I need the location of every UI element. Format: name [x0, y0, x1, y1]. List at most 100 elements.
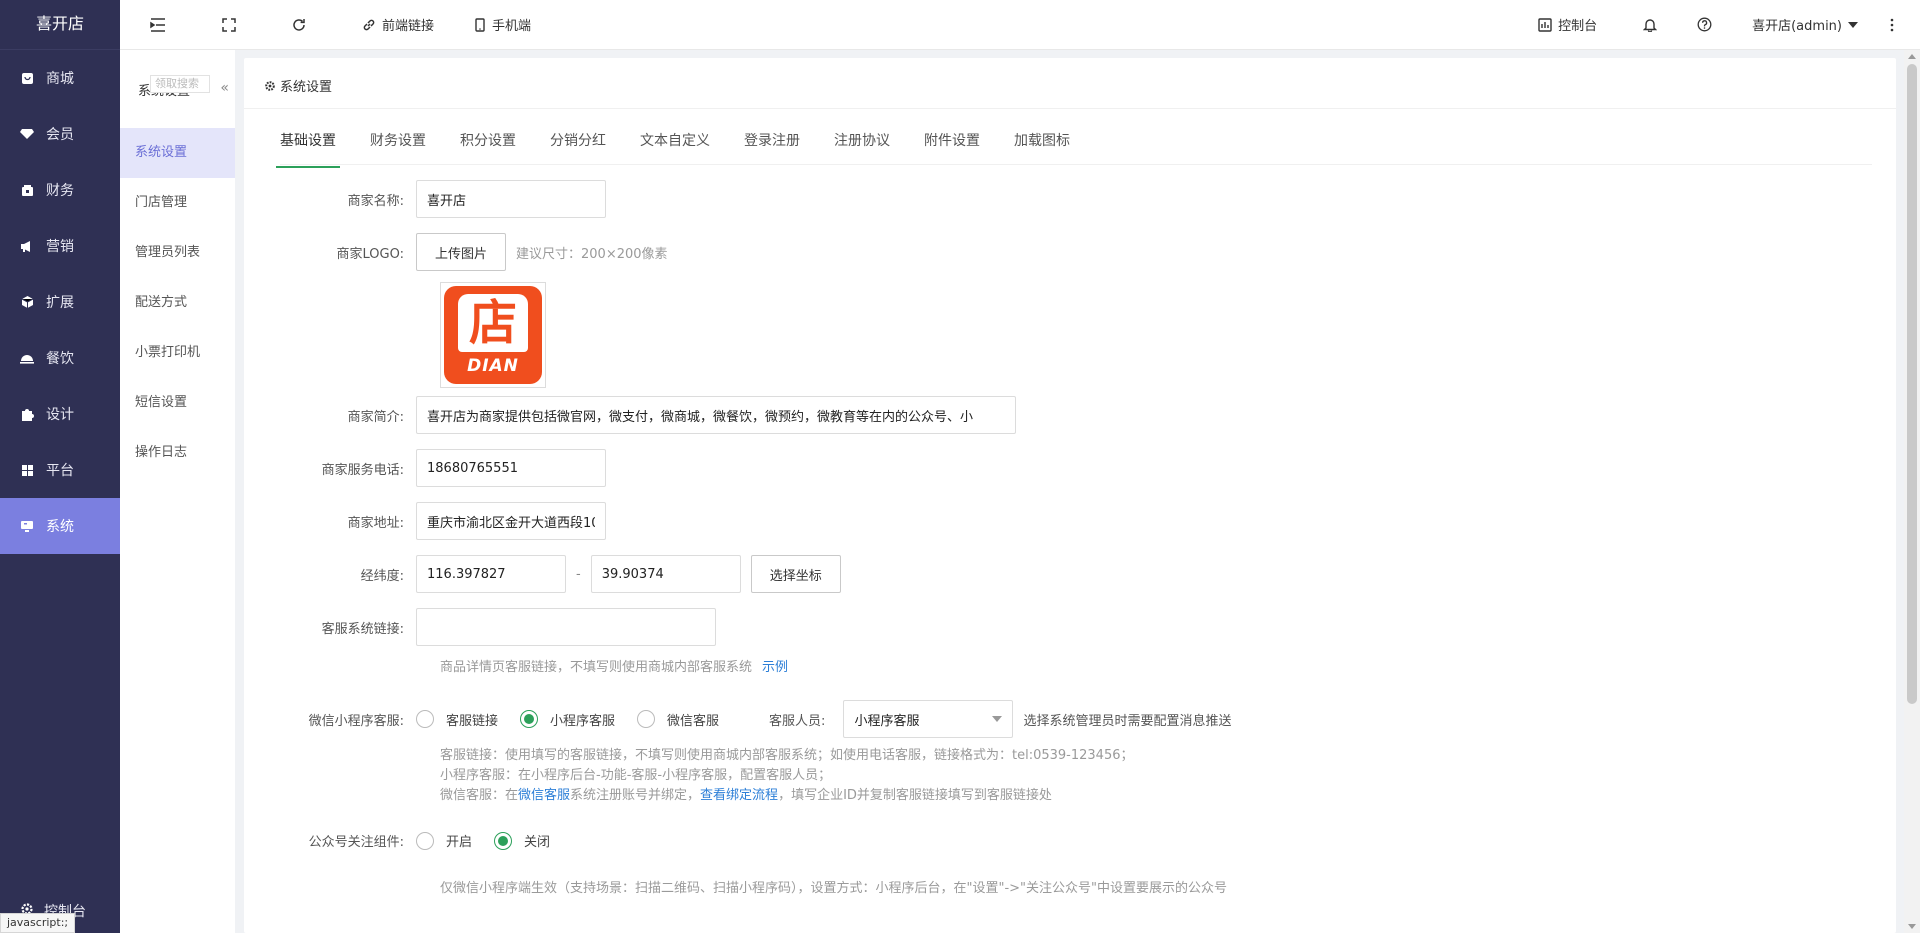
note-line-3-a: 微信客服：在 [440, 788, 519, 803]
page-title: 系统设置 [264, 76, 332, 95]
form-row-follow: 公众号关注组件: 开启 关闭 [244, 831, 572, 850]
note-line-1: 客服链接：使用填写的客服链接，不填写则使用商城内部客服系统；如使用电话客服，链接… [440, 748, 1134, 763]
nav-item-4[interactable]: 扩展 [0, 274, 120, 330]
settings-tabs: 基础设置 财务设置 积分设置 分销分红 文本自定义 登录注册 注册协议 附件设置 加载图标 [276, 126, 1104, 168]
radio-dot[interactable] [520, 710, 539, 728]
tab-8[interactable]: 加载图标 [1014, 126, 1070, 162]
phone-input[interactable] [416, 449, 606, 487]
tab-2[interactable]: 积分设置 [460, 126, 516, 162]
mp-kefu-radio-0[interactable]: 客服链接 [416, 710, 498, 729]
sub-sidebar-item-0[interactable]: 系统设置 [120, 128, 235, 178]
vertical-scrollbar[interactable] [1904, 50, 1920, 933]
refresh-icon [293, 18, 305, 31]
notification-button[interactable] [1613, 0, 1673, 50]
mp-kefu-radio-label: 小程序客服 [550, 713, 616, 729]
top-bar: 前端链接 手机端 控制台 喜开店(admin) [120, 0, 1920, 50]
upload-image-button[interactable]: 上传图片 [416, 233, 507, 271]
nav-item-2[interactable]: 财务 [0, 162, 120, 218]
sub-sidebar-item-4[interactable]: 小票打印机 [120, 328, 235, 378]
menu-toggle-button[interactable] [120, 0, 182, 50]
note-line-2: 小程序客服：在小程序后台-功能-客服-小程序客服，配置客服人员； [440, 768, 832, 783]
puzzle-icon [20, 407, 34, 421]
nav-item-label: 商城 [46, 71, 74, 87]
sub-sidebar-item-2[interactable]: 管理员列表 [120, 228, 235, 278]
tab-6[interactable]: 注册协议 [834, 126, 890, 162]
kf-link-input[interactable] [416, 608, 716, 646]
tab-3[interactable]: 分销分红 [550, 126, 606, 162]
mp-kefu-radio-2[interactable]: 微信客服 [637, 710, 719, 729]
binding-flow-link[interactable]: 查看绑定流程 [700, 788, 778, 803]
note-line-3-b: 系统注册账号并绑定， [570, 788, 701, 803]
kf-example-link[interactable]: 示例 [762, 656, 788, 675]
staff-select[interactable]: 小程序客服 [843, 700, 1014, 738]
follow-radio-1[interactable]: 关闭 [494, 831, 550, 850]
mp-kefu-label: 微信小程序客服: [308, 713, 404, 729]
nav-item-0[interactable]: 商城 [0, 50, 120, 106]
sub-sidebar-item-3[interactable]: 配送方式 [120, 278, 235, 328]
form-row-name: 商家名称: [244, 180, 606, 218]
logo-char: 店 [468, 295, 517, 351]
form-row-kf: 客服系统链接: [244, 608, 716, 646]
mobile-label: 手机端 [492, 19, 532, 34]
tab-7[interactable]: 附件设置 [924, 126, 980, 162]
form-row-coords: 经纬度: - 选择坐标 [244, 555, 841, 593]
nav-item-5[interactable]: 餐饮 [0, 330, 120, 386]
mp-kefu-radio-1[interactable]: 小程序客服 [520, 710, 615, 729]
wechat-kefu-link[interactable]: 微信客服 [518, 788, 570, 803]
pick-coords-button[interactable]: 选择坐标 [750, 555, 841, 593]
nav-item-7[interactable]: 平台 [0, 442, 120, 498]
frontend-link-label: 前端链接 [382, 19, 435, 34]
user-menu[interactable]: 喜开店(admin) [1728, 0, 1874, 50]
follow-radio-label: 关闭 [524, 835, 551, 850]
chevron-down-icon [992, 716, 1003, 722]
sub-sidebar-item-5[interactable]: 短信设置 [120, 378, 235, 428]
dining-icon [20, 351, 34, 365]
logo-preview[interactable]: 店 DIAN [440, 282, 546, 388]
staff-select-value: 小程序客服 [854, 713, 920, 729]
form-row-intro: 商家简介: [244, 396, 1016, 434]
frontend-link-button[interactable]: 前端链接 [322, 0, 450, 50]
sub-sidebar-item-6[interactable]: 操作日志 [120, 428, 235, 478]
follow-radio-0[interactable]: 开启 [416, 831, 472, 850]
kf-label: 客服系统链接: [321, 621, 404, 637]
nav-item-label: 设计 [46, 407, 74, 423]
radio-dot[interactable] [416, 831, 434, 850]
tab-0[interactable]: 基础设置 [276, 126, 340, 168]
radio-dot[interactable] [494, 831, 513, 850]
scroll-down-icon[interactable] [1908, 924, 1916, 929]
brand-name[interactable]: 喜开店 [0, 0, 120, 50]
collapse-icon[interactable]: « [220, 80, 229, 96]
address-input[interactable] [416, 502, 606, 540]
help-button[interactable] [1673, 0, 1728, 50]
longitude-input[interactable] [416, 555, 566, 593]
tab-4[interactable]: 文本自定义 [640, 126, 710, 162]
more-options-button[interactable] [1874, 0, 1910, 50]
sub-sidebar-item-1[interactable]: 门店管理 [120, 178, 235, 228]
radio-dot[interactable] [637, 710, 656, 728]
tab-5[interactable]: 登录注册 [744, 126, 800, 162]
nav-item-label: 系统 [46, 519, 74, 535]
scroll-up-icon[interactable] [1908, 54, 1916, 59]
refresh-button[interactable] [252, 0, 322, 50]
form-row-address: 商家地址: [244, 502, 606, 540]
mobile-button[interactable]: 手机端 [450, 0, 547, 50]
latitude-input[interactable] [590, 555, 741, 593]
nav-item-6[interactable]: 设计 [0, 386, 120, 442]
nav-item-label: 会员 [46, 127, 74, 143]
nav-item-1[interactable]: 会员 [0, 106, 120, 162]
nav-item-3[interactable]: 营销 [0, 218, 120, 274]
console-label: 控制台 [1558, 19, 1598, 34]
fullscreen-button[interactable] [182, 0, 252, 50]
follow-radio-group: 开启 关闭 [416, 831, 572, 850]
nav-item-label: 营销 [46, 239, 74, 255]
sub-sidebar: 系统设置 « 系统设置门店管理管理员列表配送方式小票打印机短信设置操作日志 [120, 50, 235, 933]
radio-dot[interactable] [416, 710, 434, 728]
console-button[interactable]: 控制台 [1522, 0, 1613, 50]
gear-icon [265, 80, 275, 91]
intro-input[interactable] [416, 396, 1016, 434]
tab-1[interactable]: 财务设置 [370, 126, 426, 162]
scroll-thumb[interactable] [1907, 64, 1917, 704]
staff-hint: 选择系统管理员时需要配置消息推送 [1023, 713, 1232, 729]
nav-item-8[interactable]: 系统 [0, 498, 120, 554]
name-input[interactable] [416, 180, 606, 218]
